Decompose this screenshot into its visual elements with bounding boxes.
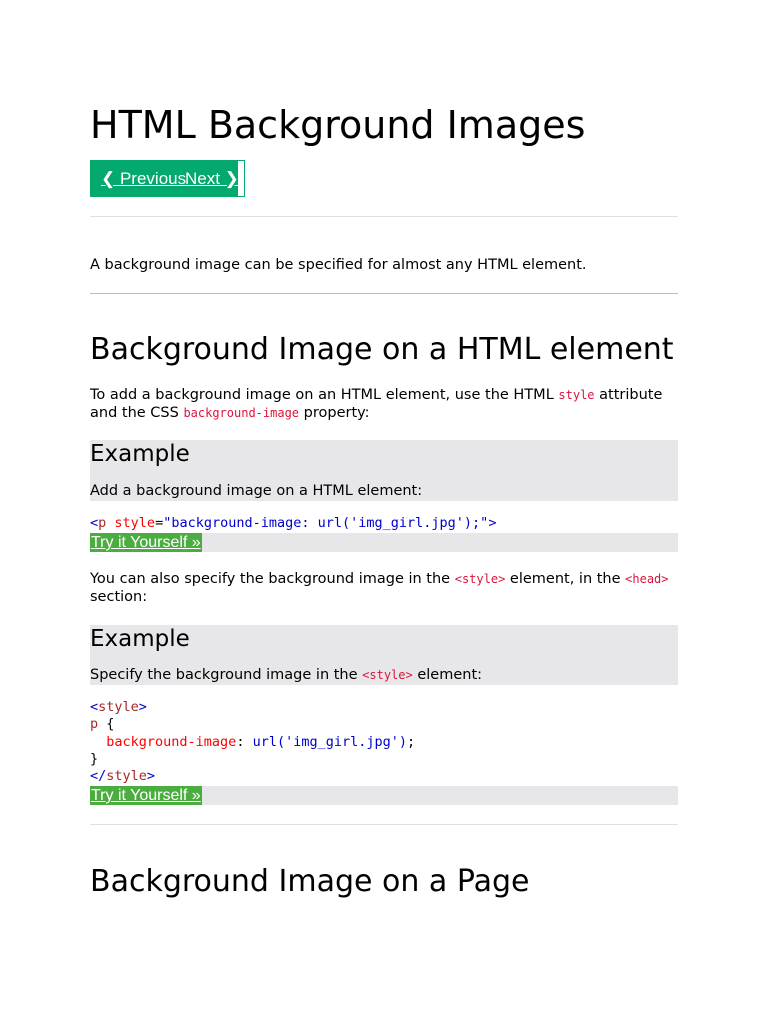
try-it-yourself-button[interactable]: Try it Yourself »: [90, 533, 202, 552]
section1-text: To add a background image on an HTML ele…: [90, 387, 663, 421]
try-it-row-1: Try it Yourself »: [90, 533, 678, 552]
section1-text-2: You can also specify the background imag…: [90, 571, 669, 605]
example-box-1: Example Add a background image on a HTML…: [90, 440, 678, 501]
code-example-2: <style> p { background-image: url('img_g…: [90, 699, 416, 785]
divider: [90, 216, 678, 217]
inline-code-style: style: [558, 388, 595, 402]
example-box-2: Example Specify the background image in …: [90, 625, 678, 685]
prev-next-nav: ❮ Previous Next ❯: [90, 160, 245, 197]
page-title: HTML Background Images: [90, 103, 586, 147]
example-description: Specify the background image in the <sty…: [90, 667, 483, 683]
example-heading: Example: [90, 441, 190, 467]
intro-text: A background image can be specified for …: [90, 257, 587, 273]
previous-link[interactable]: ❮ Previous: [101, 169, 186, 189]
try-it-yourself-button[interactable]: Try it Yourself »: [90, 786, 202, 805]
divider: [90, 293, 678, 294]
section-heading-html-element: Background Image on a HTML element: [90, 332, 674, 367]
code-example-1: <p style="background-image: url('img_gir…: [90, 515, 497, 531]
try-it-row-2: Try it Yourself »: [90, 786, 678, 805]
section-heading-page: Background Image on a Page: [90, 864, 530, 899]
inline-code-background-image: background-image: [183, 406, 300, 420]
inline-code-style-tag: <style>: [454, 572, 506, 586]
inline-code-style-tag: <style>: [362, 668, 413, 682]
inline-code-head-tag: <head>: [625, 572, 669, 586]
divider: [90, 824, 678, 825]
next-link[interactable]: Next ❯: [185, 169, 239, 189]
example-description: Add a background image on a HTML element…: [90, 483, 423, 499]
example-heading: Example: [90, 626, 190, 652]
